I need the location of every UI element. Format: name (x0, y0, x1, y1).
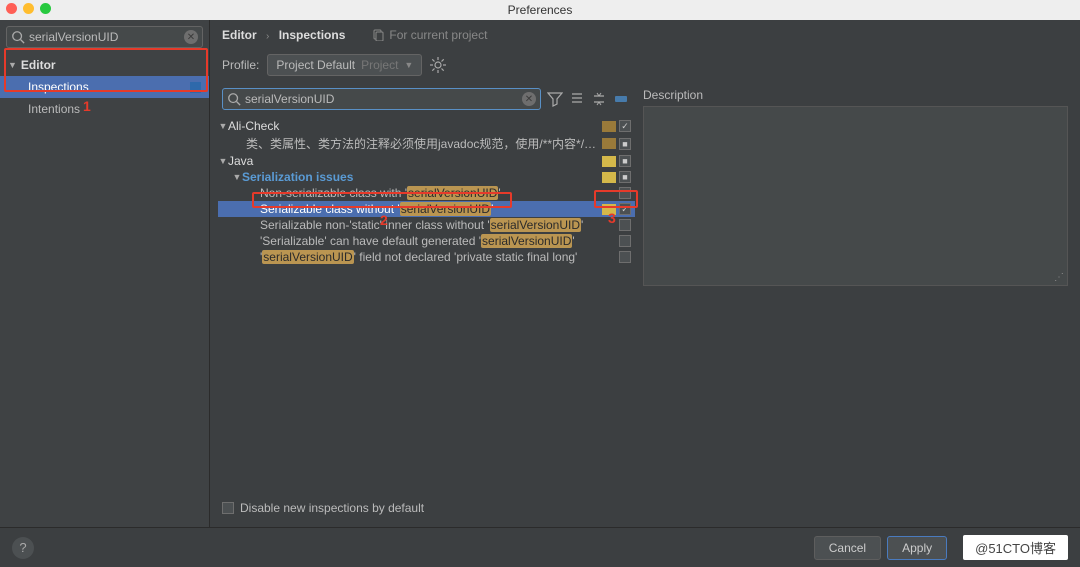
checkbox[interactable] (619, 235, 631, 247)
severity-indicator (602, 121, 616, 132)
severity-indicator (602, 156, 616, 167)
annotation-label-2: 2 (380, 212, 388, 228)
severity-indicator (602, 138, 616, 149)
chevron-down-icon: ▼ (218, 121, 228, 131)
inspection-search[interactable]: ✕ (222, 88, 541, 110)
severity-indicator (602, 172, 616, 183)
tree-group-java[interactable]: ▼ Java ■ (218, 153, 635, 169)
profile-dropdown[interactable]: Project Default Project ▼ (267, 54, 422, 76)
maximize-icon[interactable] (40, 3, 51, 14)
checkbox[interactable]: ■ (619, 138, 631, 150)
sidebar-item-label: Inspections (28, 80, 89, 94)
inspection-search-input[interactable] (245, 92, 522, 106)
sidebar-item-intentions[interactable]: Intentions (0, 98, 209, 120)
tree-item[interactable]: 类、类属性、类方法的注释必须使用javadoc规范，使用/**内容*/格式，不.… (218, 134, 635, 153)
tree-item-selected[interactable]: Serializable class without 'serialVersio… (218, 201, 635, 217)
tree-subgroup-serialization[interactable]: ▼ Serialization issues ■ (218, 169, 635, 185)
reset-icon[interactable] (613, 91, 629, 107)
sidebar-search-input[interactable] (29, 30, 184, 44)
apply-button[interactable]: Apply (887, 536, 947, 560)
tree-item[interactable]: 'serialVersionUID' field not declared 'p… (218, 249, 635, 265)
description-panel: ⋰ (643, 106, 1068, 286)
severity-indicator (602, 252, 616, 263)
minimize-icon[interactable] (23, 3, 34, 14)
chevron-down-icon: ▼ (218, 156, 228, 166)
gear-icon[interactable] (430, 57, 446, 73)
sidebar-search[interactable]: ✕ (6, 26, 203, 48)
search-icon (227, 92, 241, 106)
disable-new-label: Disable new inspections by default (240, 501, 424, 515)
close-icon[interactable] (6, 3, 17, 14)
tree-item[interactable]: Serializable non-'static' inner class wi… (218, 217, 635, 233)
project-scope-icon (190, 82, 201, 93)
checkbox[interactable]: ■ (619, 155, 631, 167)
search-icon (11, 30, 25, 44)
severity-indicator (602, 236, 616, 247)
profile-label: Profile: (222, 58, 259, 72)
severity-indicator (602, 188, 616, 199)
window-controls[interactable] (6, 3, 51, 14)
disable-new-checkbox[interactable] (222, 502, 234, 514)
expand-all-icon[interactable] (569, 91, 585, 107)
annotation-label-1: 1 (83, 98, 91, 114)
clear-icon[interactable]: ✕ (522, 92, 536, 106)
page-icon (373, 29, 385, 41)
inspection-tree[interactable]: ▼ Ali-Check 类、类属性、类方法的注释必须使用javadoc规范，使用… (218, 118, 635, 495)
breadcrumb: Editor › Inspections (222, 28, 345, 42)
tree-item[interactable]: 'Serializable' can have default generate… (218, 233, 635, 249)
project-scope-label: For current project (373, 28, 487, 42)
description-label: Description (643, 86, 1068, 102)
sidebar-item-inspections[interactable]: Inspections (0, 76, 209, 98)
checkbox[interactable] (619, 120, 631, 132)
filter-icon[interactable] (547, 91, 563, 107)
titlebar: Preferences (0, 0, 1080, 20)
help-button[interactable]: ? (12, 537, 34, 559)
chevron-right-icon: › (266, 31, 269, 42)
annotation-label-3: 3 (608, 210, 616, 226)
collapse-all-icon[interactable] (591, 91, 607, 107)
resize-handle-icon[interactable]: ⋰ (1054, 272, 1064, 283)
sidebar: ✕ ▼ Editor Inspections Intentions (0, 20, 210, 527)
tree-item[interactable]: Non-serializable class with 'serialVersi… (218, 185, 635, 201)
sidebar-category-label: Editor (21, 58, 56, 72)
sidebar-item-label: Intentions (28, 102, 80, 116)
main-panel: Editor › Inspections For current project… (210, 20, 1080, 527)
checkbox[interactable] (619, 187, 631, 199)
checkbox[interactable] (619, 203, 631, 215)
checkbox[interactable] (619, 251, 631, 263)
tree-group-ali-check[interactable]: ▼ Ali-Check (218, 118, 635, 134)
window-title: Preferences (508, 3, 573, 17)
clear-icon[interactable]: ✕ (184, 30, 198, 44)
watermark: @51CTO博客 (963, 535, 1068, 560)
sidebar-category-editor[interactable]: ▼ Editor (0, 54, 209, 76)
cancel-button[interactable]: Cancel (814, 536, 881, 560)
chevron-down-icon: ▼ (404, 60, 413, 70)
checkbox[interactable]: ■ (619, 171, 631, 183)
chevron-down-icon: ▼ (8, 60, 17, 70)
checkbox[interactable] (619, 219, 631, 231)
chevron-down-icon: ▼ (232, 172, 242, 182)
